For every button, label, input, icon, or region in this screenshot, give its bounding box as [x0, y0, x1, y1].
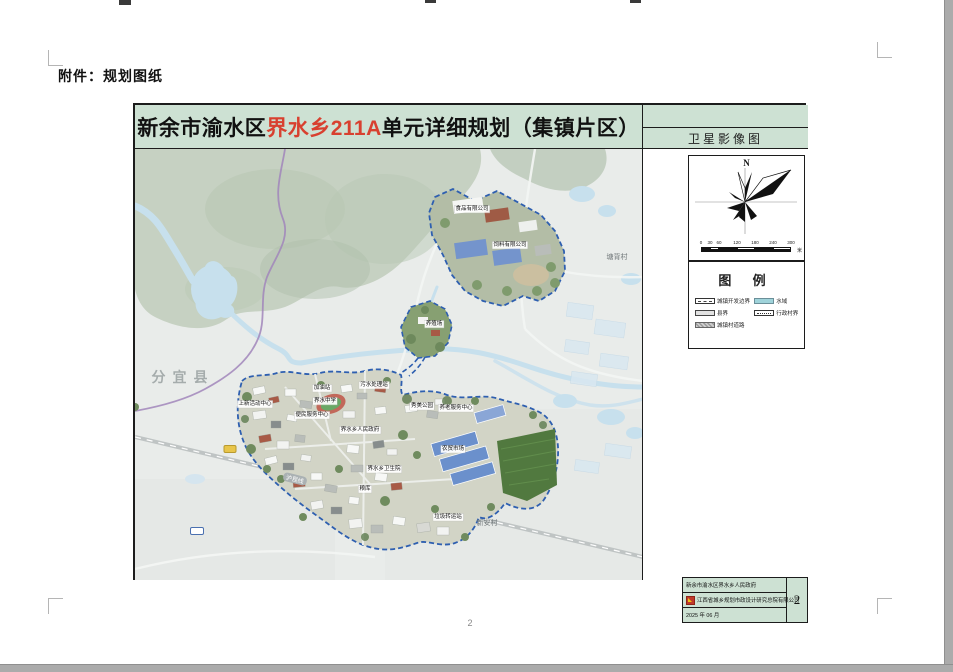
road-badge-icon: [190, 527, 204, 535]
legend-item: 县界: [695, 309, 754, 317]
scale-segment: [719, 250, 737, 253]
compass-rose-icon: [689, 166, 804, 238]
place-name: 新安村: [477, 518, 498, 528]
page-edge-right: [944, 0, 953, 672]
crop-mark-top-right: [877, 42, 892, 58]
map-label: 界水乡人民政府: [340, 427, 381, 434]
legend-label: 行政村界: [776, 309, 798, 317]
scale-tick: 0: [700, 240, 703, 245]
scale-segment: [737, 250, 755, 253]
legend-title: 图 例: [689, 270, 804, 289]
page-number: 2: [460, 618, 480, 628]
road-badge-icon: [224, 445, 237, 453]
plan-date: 2025 年 06 月: [686, 611, 719, 619]
title-suffix: 单元详细规划（集镇片区）: [382, 117, 640, 140]
legend-item: 城镇开发边界: [695, 297, 754, 305]
road-name: 沪昆线: [282, 472, 307, 487]
scale-tick: 60: [716, 240, 721, 245]
legend-column-2: 水域行政村界: [754, 297, 800, 329]
map-label: 养殖场: [425, 321, 444, 328]
map-label: 养老服务中心: [438, 405, 473, 412]
legend-item: 水域: [754, 297, 800, 305]
title-prefix: 新余市渝水区: [137, 117, 266, 140]
legend-swatch-hatch-box: [695, 322, 715, 329]
satellite-map[interactable]: 食品有限公司饲料有限公司养殖场污水处理站 加油站界水中学秀美公园养老服务中心 上新活…: [135, 149, 643, 580]
sheet-title: 新余市渝水区界水乡211A单元详细规划（集镇片区）: [137, 112, 640, 142]
scale-bar: 米 0 30 60 120 180 240 300: [695, 240, 800, 258]
map-label: 农贸市场: [441, 446, 465, 453]
scale-tick: 30: [707, 240, 712, 245]
map-label: 秀美公园: [410, 403, 434, 410]
crop-mark-top-left: [48, 50, 63, 66]
title-block-row: 新余市渝水区界水乡人民政府: [683, 578, 786, 593]
map-sidebar: N 米 03060120180240300: [643, 149, 808, 580]
legend-swatch-solid-box: [695, 310, 715, 317]
map-label: 垃圾转运站: [433, 514, 463, 521]
clipped-content-mark: [425, 0, 436, 3]
title-block-rows: 新余市渝水区界水乡人民政府 江西省城乡规划市政设计研究总院有限公司 2025 年…: [683, 578, 787, 622]
scale-segment: [773, 250, 791, 253]
legend-label: 城镇村道路: [717, 321, 745, 329]
place-name: 分宜县: [152, 367, 215, 387]
crop-mark-bottom-left: [48, 598, 63, 614]
scale-tick: 180: [751, 240, 759, 245]
legend-label: 县界: [717, 309, 728, 317]
map-label: 食品有限公司: [454, 206, 489, 213]
map-label: 污水处理站: [359, 382, 389, 389]
map-label: 界水乡卫生院: [366, 466, 401, 473]
legend-swatch-water-fill: [754, 298, 774, 305]
legend-panel: 图 例 城镇开发边界县界城镇村道路 水域行政村界: [688, 261, 805, 349]
map-label: 粮库: [358, 486, 371, 493]
government-name: 新余市渝水区界水乡人民政府: [686, 581, 756, 589]
map-label: 界水中学: [313, 398, 337, 405]
sheet-number: 2: [787, 578, 807, 622]
clipped-content-mark: [630, 0, 641, 3]
place-name: 塘背村: [607, 252, 628, 262]
design-company-name: 江西省城乡规划市政设计研究总院有限公司: [697, 596, 799, 604]
scale-segment: [701, 250, 710, 253]
legend-item: 行政村界: [754, 309, 800, 317]
sheet-title-band: 新余市渝水区界水乡211A单元详细规划（集镇片区）: [135, 105, 643, 149]
map-label: 便民服务中心: [294, 412, 329, 419]
company-logo-icon: [686, 596, 695, 605]
scale-tick: 240: [769, 240, 777, 245]
title-block: 新余市渝水区界水乡人民政府 江西省城乡规划市政设计研究总院有限公司 2025 年…: [682, 577, 808, 623]
legend-swatch-dashdot-box: [754, 310, 774, 317]
compass-panel: N 米 03060120180240300: [688, 155, 805, 261]
document-page: 附件：规划图纸 2 新余市渝水区界水乡211A单元详细规划（集镇片区） 卫星影像…: [0, 0, 953, 672]
legend-label: 水域: [776, 297, 787, 305]
map-label: 上新活动中心: [237, 401, 272, 408]
attachment-heading: 附件：规划图纸: [58, 66, 163, 86]
clipped-content-mark: [119, 0, 131, 5]
scale-tick: 120: [733, 240, 741, 245]
legend-swatch-dash-box: [695, 298, 715, 305]
plan-sheet-frame: 新余市渝水区界水乡211A单元详细规划（集镇片区） 卫星影像图: [133, 103, 806, 580]
map-label: 饲料有限公司: [492, 242, 527, 249]
title-block-row: 江西省城乡规划市政设计研究总院有限公司: [683, 593, 786, 608]
scale-segment: [755, 250, 773, 253]
panel-title: 卫星影像图: [643, 128, 808, 149]
title-highlight: 界水乡211A: [266, 117, 382, 140]
page-edge-bottom: [0, 664, 953, 672]
legend-item: 城镇村道路: [695, 321, 754, 329]
map-labels: 食品有限公司饲料有限公司养殖场污水处理站 加油站界水中学秀美公园养老服务中心 上新活…: [135, 149, 643, 580]
scale-segment: [710, 250, 719, 253]
title-block-row: 2025 年 06 月: [683, 608, 786, 622]
crop-mark-bottom-right: [877, 598, 892, 614]
map-label: 加油站: [313, 385, 332, 392]
scale-unit: 米: [797, 247, 802, 254]
sidebar-top-cell: [643, 105, 808, 128]
legend-label: 城镇开发边界: [717, 297, 750, 305]
scale-tick: 300: [787, 240, 795, 245]
legend-column-1: 城镇开发边界县界城镇村道路: [695, 297, 754, 329]
